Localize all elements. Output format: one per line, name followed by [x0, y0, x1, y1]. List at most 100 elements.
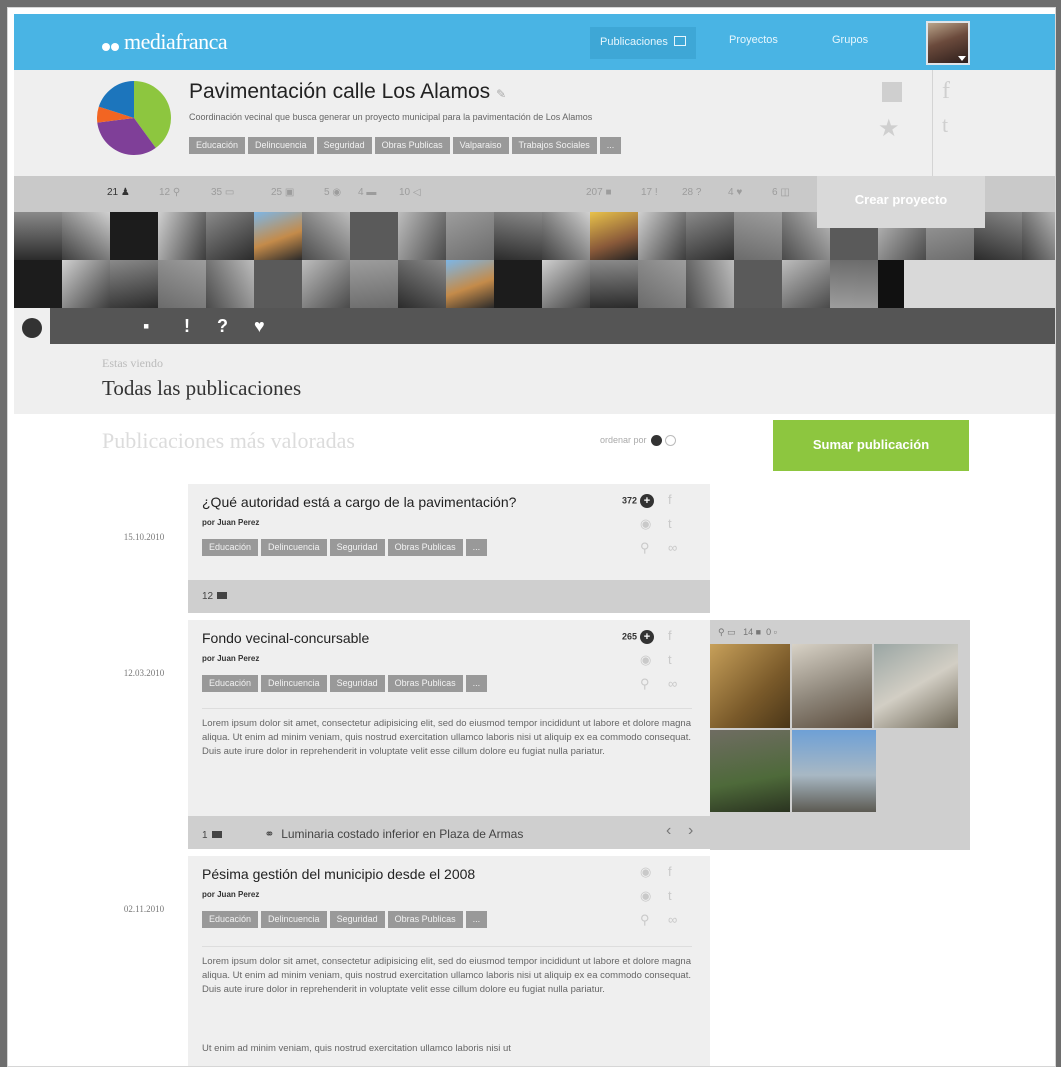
tag[interactable]: Educación [202, 911, 259, 928]
nav-publicaciones[interactable]: Publicaciones [590, 27, 696, 59]
member-photo[interactable] [350, 260, 398, 308]
member-photo[interactable] [62, 260, 110, 308]
chevron-right-icon[interactable]: › [688, 822, 693, 840]
questions-count[interactable]: 28 ? [682, 187, 701, 198]
tag[interactable]: Delincuencia [261, 539, 327, 556]
member-photo[interactable] [62, 212, 110, 260]
member-photo[interactable] [542, 260, 590, 308]
member-photo[interactable] [446, 212, 494, 260]
sort-popular-option[interactable] [650, 435, 662, 447]
post-card[interactable]: Pésima gestión del municipio desde el 20… [188, 856, 710, 1066]
post-card[interactable]: ¿Qué autoridad está a cargo de la pavime… [188, 484, 710, 580]
gallery-photo[interactable] [792, 644, 872, 728]
tag[interactable]: Seguridad [329, 539, 385, 556]
post-title[interactable]: ¿Qué autoridad está a cargo de la pavime… [202, 494, 516, 510]
member-photo[interactable] [302, 260, 350, 308]
tag[interactable]: Educación [202, 675, 259, 692]
tag[interactable]: Obras Publicas [387, 911, 463, 928]
pin-icon[interactable]: ⚲ [640, 540, 650, 556]
twitter-icon[interactable]: t [668, 516, 672, 531]
places-count[interactable]: 12 ⚲ [159, 187, 180, 198]
member-photo[interactable] [302, 212, 350, 260]
pin-icon[interactable]: ⚲ [718, 627, 725, 637]
post-author[interactable]: por Juan Perez [202, 654, 259, 663]
twitter-icon[interactable]: t [668, 652, 672, 667]
member-photo[interactable] [590, 260, 638, 308]
nav-grupos[interactable]: Grupos [832, 34, 868, 46]
pin-icon[interactable]: ⚲ [640, 676, 650, 692]
sort-date-option[interactable] [664, 435, 676, 447]
tag[interactable]: Delincuencia [261, 675, 327, 692]
members-count[interactable]: 21 ♟ [107, 187, 130, 198]
member-photo[interactable] [110, 260, 158, 308]
tab-all[interactable] [14, 308, 50, 346]
gallery-photo[interactable] [874, 644, 958, 728]
comments-count[interactable]: 12 [202, 591, 213, 602]
member-photo[interactable] [14, 212, 62, 260]
photos-count[interactable]: 25 ▣ [271, 187, 294, 198]
member-photo[interactable] [782, 260, 830, 308]
member-photo[interactable] [398, 260, 446, 308]
tag[interactable]: Educación [189, 137, 246, 154]
facebook-icon[interactable]: f [942, 78, 950, 105]
tag[interactable]: Obras Publicas [374, 137, 450, 154]
member-photo[interactable] [542, 212, 590, 260]
link-icon[interactable]: ∞ [668, 912, 677, 927]
alerts-count[interactable]: 17 ! [641, 187, 658, 198]
settings-icon[interactable]: ◉ [640, 652, 651, 668]
settings-icon[interactable]: ◉ [640, 888, 651, 904]
linked-place[interactable]: Luminaria costado inferior en Plaza de A… [281, 827, 523, 841]
plus-icon[interactable]: + [640, 630, 654, 644]
upload-icon[interactable] [882, 82, 902, 102]
gallery-photo[interactable] [792, 730, 876, 812]
tab-ideas[interactable]: ♥ [254, 316, 265, 337]
member-photo[interactable] [206, 260, 254, 308]
tag[interactable]: Delincuencia [261, 911, 327, 928]
audio-count[interactable]: 5 ◉ [324, 187, 341, 198]
tab-alerts[interactable]: ! [184, 316, 190, 337]
member-photo[interactable] [686, 212, 734, 260]
settings-icon[interactable]: ◉ [640, 864, 651, 880]
member-photo[interactable] [494, 212, 542, 260]
twitter-icon[interactable]: t [668, 888, 672, 903]
member-photo[interactable] [350, 212, 398, 260]
nav-proyectos[interactable]: Proyectos [729, 34, 778, 46]
add-publication-button[interactable]: Sumar publicación [773, 420, 969, 471]
video-count[interactable]: 4 ▬ [358, 187, 376, 198]
chevron-left-icon[interactable]: ‹ [666, 822, 671, 840]
logo[interactable]: mediafranca [102, 29, 228, 57]
video-icon[interactable]: ▫ [774, 627, 777, 637]
settings-icon[interactable]: ◉ [640, 516, 651, 532]
facebook-icon[interactable]: f [668, 492, 672, 507]
sound-count[interactable]: 10 ◁ [399, 187, 421, 198]
post-author[interactable]: por Juan Perez [202, 518, 259, 527]
user-avatar[interactable] [926, 21, 970, 65]
twitter-icon[interactable]: t [942, 112, 948, 138]
tag[interactable]: Seguridad [316, 137, 372, 154]
member-photo[interactable] [14, 260, 62, 308]
posts-count[interactable]: 207 ■ [586, 187, 612, 198]
comments-count[interactable]: 1 [202, 830, 208, 841]
link-icon[interactable]: ∞ [668, 676, 677, 691]
create-project-button[interactable]: Crear proyecto [817, 176, 985, 228]
more-tags[interactable]: ... [465, 539, 488, 556]
tag[interactable]: Delincuencia [248, 137, 314, 154]
extra-count[interactable]: 6 ◫ [772, 187, 790, 198]
photo-icon[interactable]: ■ [756, 627, 761, 637]
member-photo[interactable] [446, 260, 494, 308]
gallery-photo[interactable] [710, 644, 790, 728]
docs-count[interactable]: 35 ▭ [211, 187, 234, 198]
tag[interactable]: Obras Publicas [387, 675, 463, 692]
post-author[interactable]: por Juan Perez [202, 890, 259, 899]
post-card[interactable]: Fondo vecinal-concursable por Juan Perez… [188, 620, 710, 816]
ideas-count[interactable]: 4 ♥ [728, 187, 742, 198]
member-photo[interactable] [254, 212, 302, 260]
member-photo[interactable] [158, 212, 206, 260]
more-tags[interactable]: ... [465, 675, 488, 692]
member-photo[interactable] [686, 260, 734, 308]
tag[interactable]: Educación [202, 539, 259, 556]
link-icon[interactable]: ∞ [668, 540, 677, 555]
pin-icon[interactable]: ⚲ [640, 912, 650, 928]
more-tags[interactable]: ... [599, 137, 622, 154]
gallery-photo[interactable] [710, 730, 790, 812]
